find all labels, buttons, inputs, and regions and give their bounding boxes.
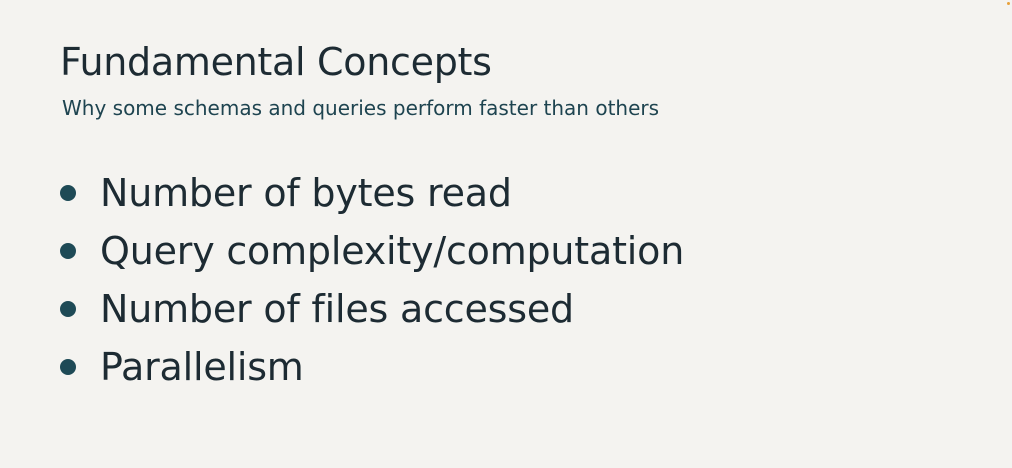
bullet-dot-icon (60, 243, 76, 259)
bullet-text: Number of files accessed (100, 287, 574, 331)
bullet-item: Parallelism (60, 338, 684, 396)
bullet-text: Number of bytes read (100, 171, 512, 215)
corner-dot-icon (1007, 2, 1010, 5)
bullet-item: Number of files accessed (60, 280, 684, 338)
bullet-dot-icon (60, 301, 76, 317)
slide-subtitle: Why some schemas and queries perform fas… (62, 96, 660, 120)
bullet-dot-icon (60, 185, 76, 201)
bullet-list: Number of bytes read Query complexity/co… (60, 164, 684, 396)
bullet-item: Number of bytes read (60, 164, 684, 222)
slide: Fundamental Concepts Why some schemas an… (0, 0, 1012, 468)
slide-title: Fundamental Concepts (60, 40, 492, 84)
bullet-text: Parallelism (100, 345, 304, 389)
bullet-item: Query complexity/computation (60, 222, 684, 280)
bullet-text: Query complexity/computation (100, 229, 685, 273)
bullet-dot-icon (60, 359, 76, 375)
